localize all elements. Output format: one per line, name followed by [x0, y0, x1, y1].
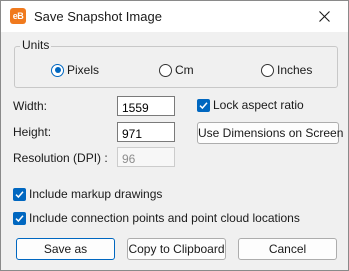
close-icon [319, 11, 330, 22]
checkbox-checked-icon [13, 211, 26, 225]
app-logo-icon: eB [10, 8, 26, 24]
use-dimensions-on-screen-button[interactable]: Use Dimensions on Screen [197, 122, 343, 144]
radio-unselected-icon [261, 63, 274, 77]
include-markup-checkbox[interactable]: Include markup drawings [13, 187, 162, 201]
include-markup-label: Include markup drawings [29, 187, 163, 201]
lock-aspect-label: Lock aspect ratio [213, 98, 304, 112]
title-bar: eB Save Snapshot Image [1, 1, 348, 32]
units-radio-inches-label: Inches [277, 63, 313, 77]
height-label: Height: [13, 125, 52, 139]
units-radio-cm-label: Cm [175, 63, 194, 77]
lock-aspect-checkbox[interactable]: Lock aspect ratio [197, 98, 304, 112]
radio-unselected-icon [159, 63, 172, 77]
units-legend: Units [20, 38, 52, 52]
include-connection-points-checkbox[interactable]: Include connection points and point clou… [13, 211, 300, 225]
radio-selected-icon [51, 63, 64, 77]
units-radio-pixels-label: Pixels [67, 63, 100, 77]
width-input[interactable] [117, 96, 175, 116]
cancel-button[interactable]: Cancel [238, 238, 337, 260]
save-snapshot-dialog: eB Save Snapshot Image Units Pixels Cm I… [0, 0, 349, 271]
copy-to-clipboard-button[interactable]: Copy to Clipboard [127, 238, 226, 260]
close-button[interactable] [302, 1, 348, 32]
units-radio-pixels[interactable]: Pixels [51, 63, 99, 77]
checkbox-checked-icon [13, 187, 26, 201]
units-radio-inches[interactable]: Inches [261, 63, 312, 77]
include-connection-points-label: Include connection points and point clou… [29, 211, 300, 225]
resolution-label: Resolution (DPI) : [13, 151, 108, 165]
units-radio-cm[interactable]: Cm [159, 63, 194, 77]
height-input[interactable] [117, 122, 175, 142]
save-as-button[interactable]: Save as [16, 238, 115, 260]
checkbox-checked-icon [197, 98, 210, 112]
width-label: Width: [13, 99, 48, 113]
window-title: Save Snapshot Image [34, 9, 162, 24]
resolution-input [117, 147, 175, 167]
